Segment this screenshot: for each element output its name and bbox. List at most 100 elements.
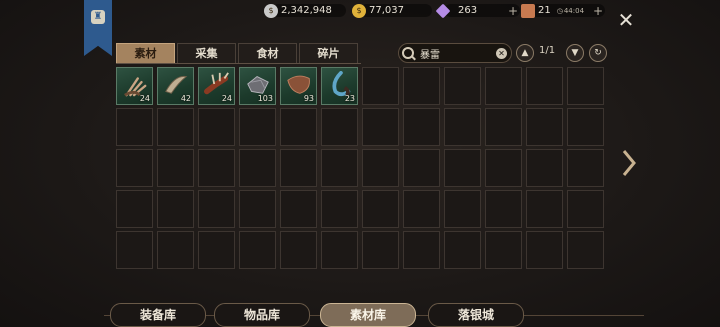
item-quantity: 23	[344, 94, 355, 103]
inventory-slot[interactable]	[239, 190, 276, 228]
refresh-icon[interactable]: ↻	[589, 44, 607, 62]
tab-materials[interactable]: 素材	[116, 43, 175, 64]
item-quantity: 24	[221, 94, 232, 103]
inventory-slot[interactable]	[403, 190, 440, 228]
inventory-slot[interactable]	[157, 231, 194, 269]
tab-material-storage[interactable]: 素材库	[320, 303, 416, 327]
castle-emblem-icon: ♜	[91, 10, 105, 24]
inventory-slot[interactable]	[362, 67, 399, 105]
search-value: 暴雷	[420, 49, 440, 61]
inventory-slot[interactable]	[567, 190, 604, 228]
inventory-slot[interactable]	[526, 149, 563, 187]
inventory-grid: 24 42 24 103 93 23	[116, 67, 604, 269]
inventory-slot[interactable]	[362, 231, 399, 269]
inventory-slot[interactable]	[403, 67, 440, 105]
inventory-slot[interactable]	[444, 67, 481, 105]
inventory-slot[interactable]	[239, 149, 276, 187]
inventory-slot[interactable]	[485, 231, 522, 269]
gem-value: 263	[458, 5, 478, 16]
page-up-button[interactable]: ▲	[516, 44, 534, 62]
inventory-slot[interactable]	[526, 231, 563, 269]
ticket-icon	[521, 3, 535, 18]
inventory-slot[interactable]	[362, 190, 399, 228]
silver-counter: $ 2,342,948	[264, 3, 346, 18]
inventory-slot[interactable]	[403, 149, 440, 187]
inventory-slot[interactable]	[362, 149, 399, 187]
inventory-item[interactable]: 23	[321, 67, 358, 105]
inventory-item[interactable]: 24	[198, 67, 235, 105]
inventory-slot[interactable]	[567, 231, 604, 269]
gem-counter: 263 +	[435, 3, 520, 18]
inventory-slot[interactable]	[116, 190, 153, 228]
tab-luoyin-city[interactable]: 落银城	[428, 303, 524, 327]
page-down-button[interactable]: ▼	[566, 44, 584, 62]
inventory-slot[interactable]	[198, 231, 235, 269]
inventory-slot[interactable]	[321, 108, 358, 146]
add-gems-button[interactable]: +	[508, 4, 520, 18]
inventory-slot[interactable]	[280, 108, 317, 146]
inventory-item[interactable]: 24	[116, 67, 153, 105]
inventory-slot[interactable]	[362, 108, 399, 146]
silver-value: 2,342,948	[281, 5, 332, 16]
page-indicator: 1/1	[539, 45, 556, 56]
inventory-slot[interactable]	[403, 108, 440, 146]
guild-banner[interactable]: ♜	[84, 0, 112, 56]
inventory-slot[interactable]	[403, 231, 440, 269]
item-quantity: 42	[180, 94, 191, 103]
inventory-slot[interactable]	[280, 231, 317, 269]
inventory-slot[interactable]	[444, 190, 481, 228]
inventory-slot[interactable]	[239, 108, 276, 146]
inventory-slot[interactable]	[526, 190, 563, 228]
inventory-slot[interactable]	[526, 67, 563, 105]
search-icon	[402, 47, 414, 59]
inventory-slot[interactable]	[485, 190, 522, 228]
inventory-slot[interactable]	[567, 149, 604, 187]
tab-ingredients[interactable]: 食材	[238, 43, 297, 64]
tab-item-storage[interactable]: 物品库	[214, 303, 310, 327]
item-quantity: 103	[257, 94, 273, 103]
tab-equipment-storage[interactable]: 装备库	[110, 303, 206, 327]
inventory-slot[interactable]	[526, 108, 563, 146]
inventory-slot[interactable]	[116, 231, 153, 269]
tabs-divider	[116, 63, 361, 64]
inventory-slot[interactable]	[444, 231, 481, 269]
tab-fragments[interactable]: 碎片	[299, 43, 358, 64]
item-quantity: 93	[303, 94, 314, 103]
clear-search-icon[interactable]: ✕	[496, 47, 507, 59]
inventory-slot[interactable]	[485, 149, 522, 187]
inventory-slot[interactable]	[198, 108, 235, 146]
inventory-slot[interactable]	[567, 108, 604, 146]
silver-coin-icon: $	[264, 3, 278, 18]
item-quantity: 24	[139, 94, 150, 103]
inventory-item[interactable]: 103	[239, 67, 276, 105]
inventory-slot[interactable]	[567, 67, 604, 105]
inventory-slot[interactable]	[116, 149, 153, 187]
close-icon[interactable]: ✕	[617, 9, 635, 31]
inventory-slot[interactable]	[444, 108, 481, 146]
inventory-slot[interactable]	[485, 108, 522, 146]
gold-counter: $ 77,037	[352, 3, 432, 18]
inventory-slot[interactable]	[198, 190, 235, 228]
inventory-slot[interactable]	[239, 231, 276, 269]
inventory-slot[interactable]	[116, 108, 153, 146]
inventory-item[interactable]: 93	[280, 67, 317, 105]
stamina-counter: 21 ◷ 44:04 +	[521, 3, 605, 18]
inventory-slot[interactable]	[321, 149, 358, 187]
inventory-slot[interactable]	[485, 67, 522, 105]
add-stamina-button[interactable]: +	[593, 4, 605, 18]
inventory-slot[interactable]	[280, 149, 317, 187]
inventory-slot[interactable]	[321, 190, 358, 228]
inventory-slot[interactable]	[157, 108, 194, 146]
inventory-item[interactable]: 42	[157, 67, 194, 105]
gold-value: 77,037	[369, 5, 404, 16]
inventory-slot[interactable]	[157, 190, 194, 228]
search-input[interactable]: 暴雷 ✕	[398, 43, 512, 63]
stamina-value: 21	[538, 5, 551, 16]
next-page-arrow-icon[interactable]	[622, 149, 636, 177]
tab-gathering[interactable]: 采集	[177, 43, 236, 64]
inventory-slot[interactable]	[198, 149, 235, 187]
inventory-slot[interactable]	[321, 231, 358, 269]
inventory-slot[interactable]	[280, 190, 317, 228]
inventory-slot[interactable]	[444, 149, 481, 187]
inventory-slot[interactable]	[157, 149, 194, 187]
